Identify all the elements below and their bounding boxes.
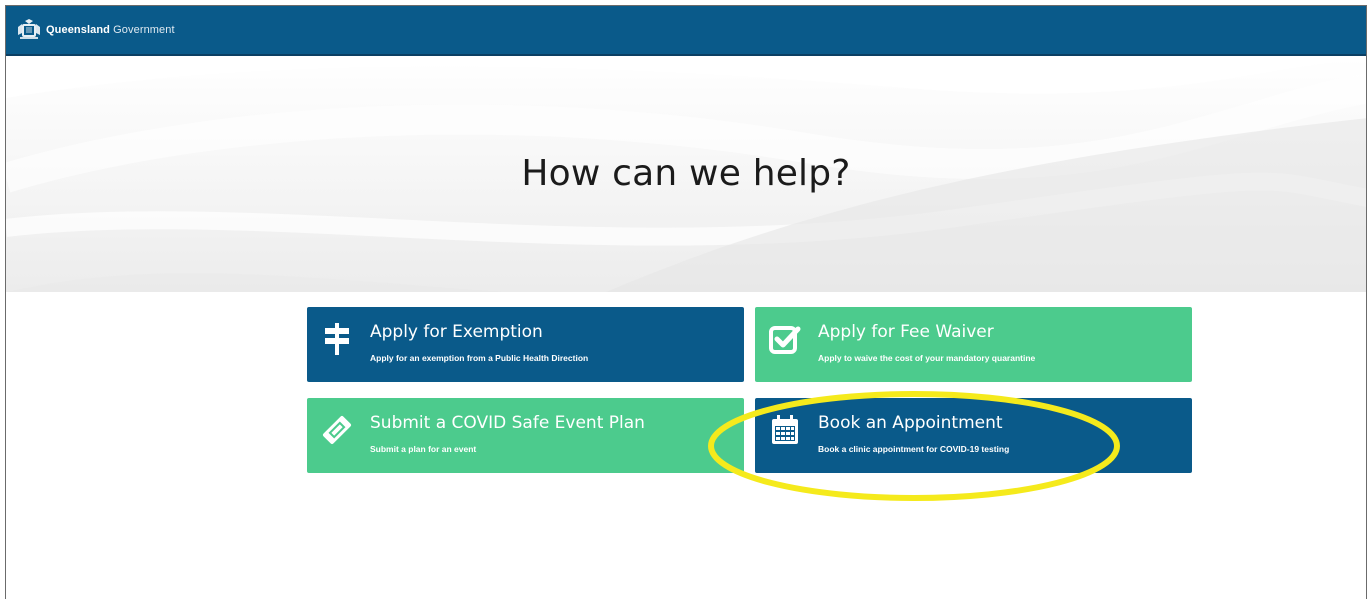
tile-title: Apply for Exemption [370,322,543,342]
signpost-icon [325,323,349,355]
brand-name: Queensland [46,24,110,36]
tile-description: Apply to waive the cost of your mandator… [818,353,1036,363]
page-title: How can we help? [521,153,851,194]
site-header: Queensland Government [6,6,1366,56]
submit-event-plan-tile[interactable]: Submit a COVID Safe Event Plan Submit a … [307,398,744,473]
tile-title: Apply for Fee Waiver [818,322,994,342]
tile-description: Submit a plan for an event [370,444,477,454]
tile-title: Book an Appointment [818,413,1003,433]
calendar-icon [772,415,798,444]
tile-description: Book a clinic appointment for COVID-19 t… [818,444,1010,454]
book-appointment-tile[interactable]: Book an Appointment Book a clinic appoin… [755,398,1192,473]
tile-title: Submit a COVID Safe Event Plan [370,413,645,433]
browser-viewport: Queensland Government How can we help? A… [5,5,1367,599]
hero-banner: How can we help? [6,58,1366,292]
apply-for-fee-waiver-tile[interactable]: Apply for Fee Waiver Apply to waive the … [755,307,1192,382]
brand-suffix: Government [113,24,175,36]
coat-of-arms-logo [18,19,40,39]
checkbox-icon [769,326,801,354]
apply-for-exemption-tile[interactable]: Apply for Exemption Apply for an exempti… [307,307,744,382]
site-brand[interactable]: Queensland Government [46,24,175,36]
tile-description: Apply for an exemption from a Public Hea… [370,353,589,363]
ticket-icon [322,415,352,445]
